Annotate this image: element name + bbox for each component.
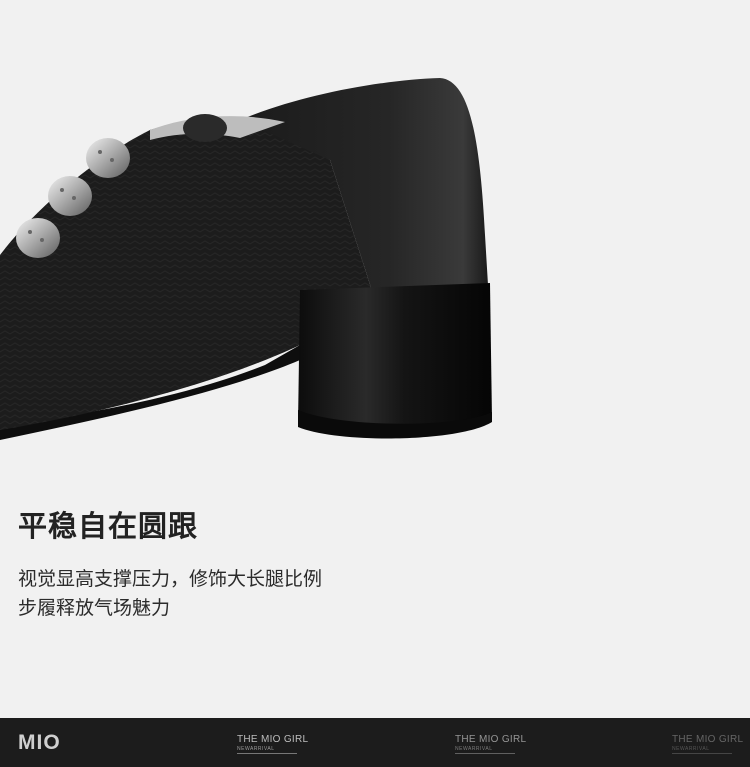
subtagline-text: NEWARRIVAL — [237, 745, 297, 754]
footer-bar: MIO THE MIO GIRL NEWARRIVAL THE MIO GIRL… — [0, 718, 750, 767]
tagline-text: THE MIO GIRL — [672, 734, 744, 745]
tagline-text: THE MIO GIRL — [237, 734, 309, 745]
tagline-watermark-3: THE MIO GIRL NEWARRIVAL — [672, 734, 743, 754]
description-line-2: 步履释放气场魅力 — [18, 597, 171, 619]
description-line-1: 视觉显高支撑压力，修饰大长腿比例 — [18, 568, 323, 590]
shoe-illustration — [0, 78, 492, 440]
product-photo — [0, 0, 750, 470]
description: 视觉显高支撑压力，修饰大长腿比例 步履释放气场魅力 — [18, 565, 322, 623]
tagline-watermark-2: THE MIO GIRL NEWARRIVAL — [455, 734, 526, 754]
headline: 平稳自在圆跟 — [18, 509, 199, 543]
tagline-watermark-1: THE MIO GIRL NEWARRIVAL — [237, 734, 308, 754]
subtagline-text: NEWARRIVAL — [672, 745, 732, 754]
tagline-text: THE MIO GIRL — [455, 734, 527, 745]
subtagline-text: NEWARRIVAL — [455, 745, 515, 754]
brand-logo: MIO — [18, 731, 61, 754]
